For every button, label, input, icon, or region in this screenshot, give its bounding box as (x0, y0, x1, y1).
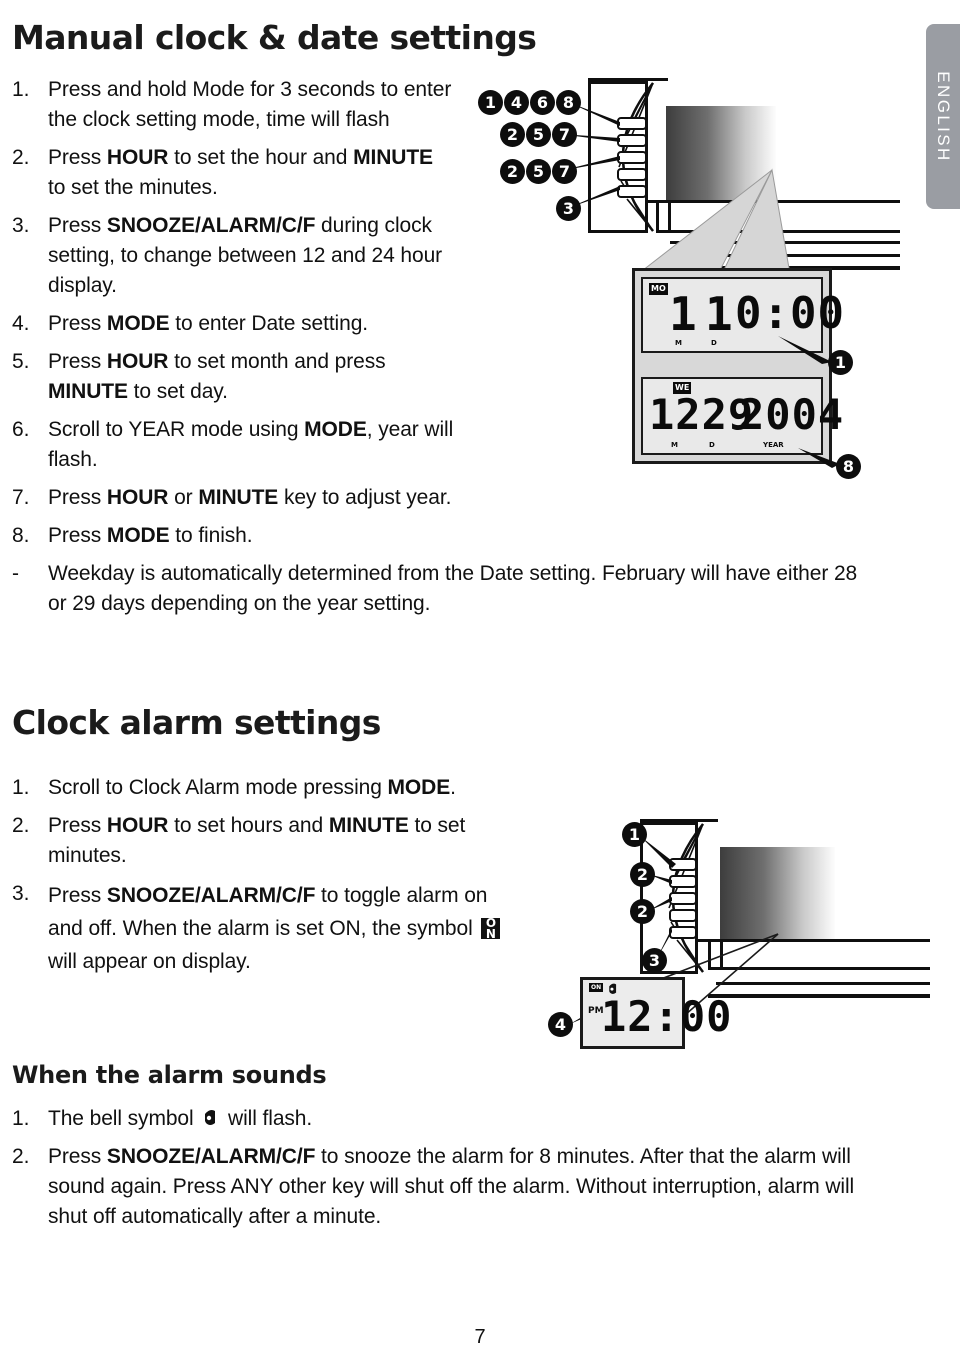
list-item-number: 3. (12, 214, 30, 237)
list-item-text: Press and hold Mode for 3 seconds to ent… (48, 78, 452, 131)
callout-7b: 7 (552, 159, 577, 184)
list-item-number: 3. (12, 882, 30, 905)
callout-6: 6 (530, 90, 555, 115)
list-item-text: Scroll to Clock Alarm mode pressing MODE… (48, 776, 456, 799)
callout-b-1: 1 (622, 822, 647, 847)
list-item: 1. The bell symbol will flash. (12, 1104, 878, 1134)
list-item-number: 4. (12, 312, 30, 335)
clock-alarm-steps: 1. Scroll to Clock Alarm mode pressing M… (12, 773, 518, 986)
language-tab-label: ENGLISH (934, 70, 953, 163)
list-item: 1. Scroll to Clock Alarm mode pressing M… (12, 773, 518, 803)
callout-4: 4 (504, 90, 529, 115)
callout-b-4: 4 (548, 1012, 573, 1037)
list-item-text: Press SNOOZE/ALARM/C/F to toggle alarm o… (48, 879, 518, 978)
callout-5b: 5 (526, 159, 551, 184)
list-item-text: Press HOUR to set the hour and MINUTE to… (48, 146, 433, 199)
list-item-text: Press SNOOZE/ALARM/C/F during clock sett… (48, 214, 443, 297)
callout-b-2b: 2 (630, 899, 655, 924)
list-item-number: 1. (12, 78, 30, 101)
list-item-number: 6. (12, 418, 30, 441)
lcd-alarm-time: 12:00 (601, 992, 733, 1041)
list-item-number: 7. (12, 486, 30, 509)
callout-1: 1 (478, 90, 503, 115)
section-title-clock-alarm: Clock alarm settings (12, 703, 381, 742)
page-number: 7 (474, 1326, 486, 1348)
callout-5: 5 (526, 122, 551, 147)
list-item-text: Press HOUR to set month and press MINUTE… (48, 350, 386, 403)
callout-2b: 2 (500, 159, 525, 184)
callout-lcd-1: 1 (828, 350, 853, 375)
list-item-text: The bell symbol will flash. (48, 1107, 313, 1130)
diagram-clock-alarm: 1 2 2 3 4 ON PM 12:00 (530, 812, 930, 1052)
list-item-number: 2. (12, 814, 30, 837)
lcd-alarm: ON PM 12:00 (580, 977, 731, 1049)
diagram-clock-date: 1 4 6 8 2 5 7 2 5 7 3 MO 1 M 1 D 0:00 WE (460, 78, 900, 498)
language-tab: ENGLISH (926, 24, 960, 209)
list-item-text: Press MODE to enter Date setting. (48, 312, 369, 335)
bell-icon (205, 1110, 216, 1125)
page-title: Manual clock & date settings (12, 18, 537, 57)
list-item-text: Scroll to YEAR mode using MODE, year wil… (48, 418, 454, 471)
list-item-number: - (12, 562, 19, 585)
list-item: 3. Press SNOOZE/ALARM/C/F to toggle alar… (12, 879, 518, 978)
callout-lcd-8: 8 (836, 454, 861, 479)
list-item: 2. Press HOUR to set hours and MINUTE to… (12, 811, 518, 871)
lcd-callout-leaders (778, 336, 840, 468)
list-item-number: 2. (12, 146, 30, 169)
alarm-sounds-steps: 1. The bell symbol will flash. 2. Press … (12, 1104, 878, 1240)
callout-7: 7 (552, 122, 577, 147)
list-item-text: Press HOUR to set hours and MINUTE to se… (48, 814, 466, 867)
callout-8: 8 (556, 90, 581, 115)
list-item-text: Weekday is automatically determined from… (48, 562, 858, 615)
list-item-number: 1. (12, 1107, 30, 1130)
list-item: 8. Press MODE to finish. (12, 521, 858, 551)
callout-2: 2 (500, 122, 525, 147)
section-title-alarm-sounds: When the alarm sounds (12, 1061, 327, 1089)
list-item: 2. Press SNOOZE/ALARM/C/F to snooze the … (12, 1142, 878, 1232)
alarm-on-badge: ON (589, 983, 604, 992)
list-item-number: 8. (12, 524, 30, 547)
list-item-text: Press MODE to finish. (48, 524, 253, 547)
list-item-note: - Weekday is automatically determined fr… (12, 559, 858, 619)
callout-b-2: 2 (630, 862, 655, 887)
list-item-number: 1. (12, 776, 30, 799)
callout-b-3: 3 (642, 948, 667, 973)
list-item-number: 2. (12, 1145, 30, 1168)
callout-3: 3 (556, 196, 581, 221)
list-item-text: Press SNOOZE/ALARM/C/F to snooze the ala… (48, 1145, 855, 1228)
list-item-number: 5. (12, 350, 30, 373)
alarm-on-icon: ON (481, 917, 501, 940)
